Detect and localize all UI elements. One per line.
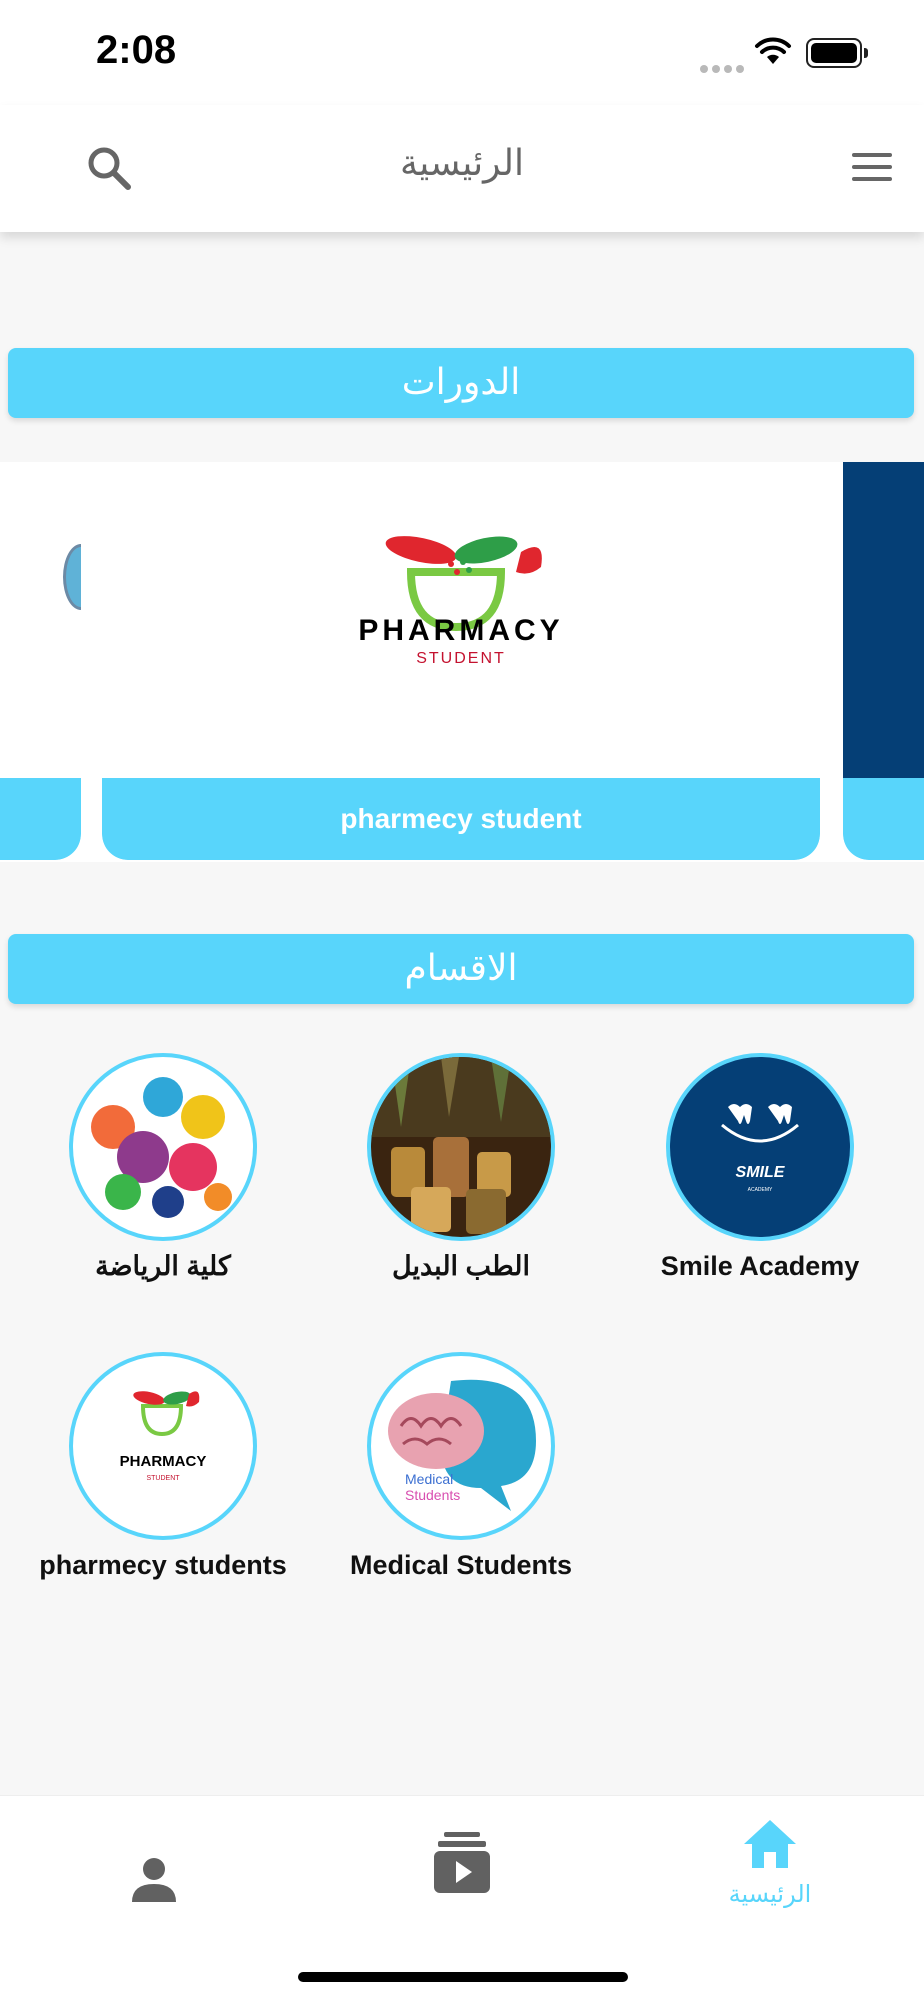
app-header: الرئيسية (0, 105, 924, 232)
category-label: Smile Academy (660, 1251, 860, 1281)
svg-text:Students: Students (405, 1487, 460, 1503)
courses-carousel[interactable]: PHARMACY STUDENT pharmecy student (0, 462, 924, 862)
video-library-icon (434, 1832, 490, 1893)
course-card-prev[interactable] (0, 462, 81, 860)
nav-videos[interactable] (362, 1832, 562, 1898)
bottom-nav: الرئيسية (0, 1795, 924, 2001)
nav-profile[interactable] (54, 1854, 254, 1908)
category-alternative-medicine[interactable]: الطب البديل (311, 1053, 611, 1282)
category-sports-college[interactable]: كلية الرياضة (13, 1053, 313, 1282)
menu-icon[interactable] (852, 153, 892, 183)
brain-bubble-icon: Medical Students (388, 1379, 536, 1511)
logo-wordmark: PHARMACY (358, 614, 564, 647)
svg-text:PHARMACY: PHARMACY (120, 1453, 207, 1470)
category-label: الطب البديل (392, 1251, 530, 1281)
category-label: كلية الرياضة (95, 1251, 231, 1281)
category-smile-academy[interactable]: SMILE ACADEMY Smile Academy (610, 1053, 910, 1282)
category-image (367, 1053, 555, 1241)
svg-text:SMILE: SMILE (736, 1164, 786, 1181)
home-icon (744, 1820, 796, 1868)
page-title: الرئيسية (400, 143, 524, 184)
svg-text:Medical: Medical (405, 1471, 453, 1487)
course-image-partial (843, 462, 924, 778)
course-card[interactable]: PHARMACY STUDENT pharmecy student (102, 462, 820, 860)
signal-icon (700, 58, 748, 77)
category-medical-students[interactable]: Medical Students Medical Students (311, 1352, 611, 1581)
course-card-footer (843, 778, 924, 860)
category-image: SMILE ACADEMY (666, 1053, 854, 1241)
course-card-footer (0, 778, 81, 860)
category-image: Medical Students (367, 1352, 555, 1540)
pharmacy-logo-icon: PHARMACY STUDENT (120, 1391, 207, 1482)
athletes-illustration (91, 1077, 232, 1218)
course-name: pharmecy student (102, 778, 820, 860)
wifi-icon (755, 37, 791, 64)
course-card-next[interactable] (843, 462, 924, 860)
herb-jars-image (371, 1057, 551, 1234)
category-label: pharmecy students (39, 1550, 287, 1580)
categories-section-header: الاقسام (8, 934, 914, 1004)
status-time: 2:08 (96, 28, 177, 72)
svg-text:STUDENT: STUDENT (146, 1475, 180, 1482)
nav-home-label: الرئيسية (728, 1880, 812, 1908)
course-logo-partial (63, 544, 81, 610)
courses-section-header: الدورات (8, 348, 914, 418)
category-image (69, 1053, 257, 1241)
status-bar: 2:08 (0, 0, 924, 105)
svg-text:ACADEMY: ACADEMY (748, 1187, 773, 1193)
logo-subtitle: STUDENT (416, 650, 506, 667)
nav-home[interactable]: الرئيسية (670, 1818, 870, 1908)
category-label: Medical Students (349, 1550, 573, 1580)
pharmacy-logo: PHARMACY STUDENT (102, 532, 820, 667)
home-indicator (298, 1972, 628, 1982)
person-icon (132, 1858, 176, 1902)
category-image: PHARMACY STUDENT (69, 1352, 257, 1540)
category-pharmacy-students[interactable]: PHARMACY STUDENT pharmecy students (13, 1352, 313, 1581)
battery-icon (806, 38, 868, 68)
smile-logo-icon: SMILE ACADEMY (721, 1104, 799, 1193)
